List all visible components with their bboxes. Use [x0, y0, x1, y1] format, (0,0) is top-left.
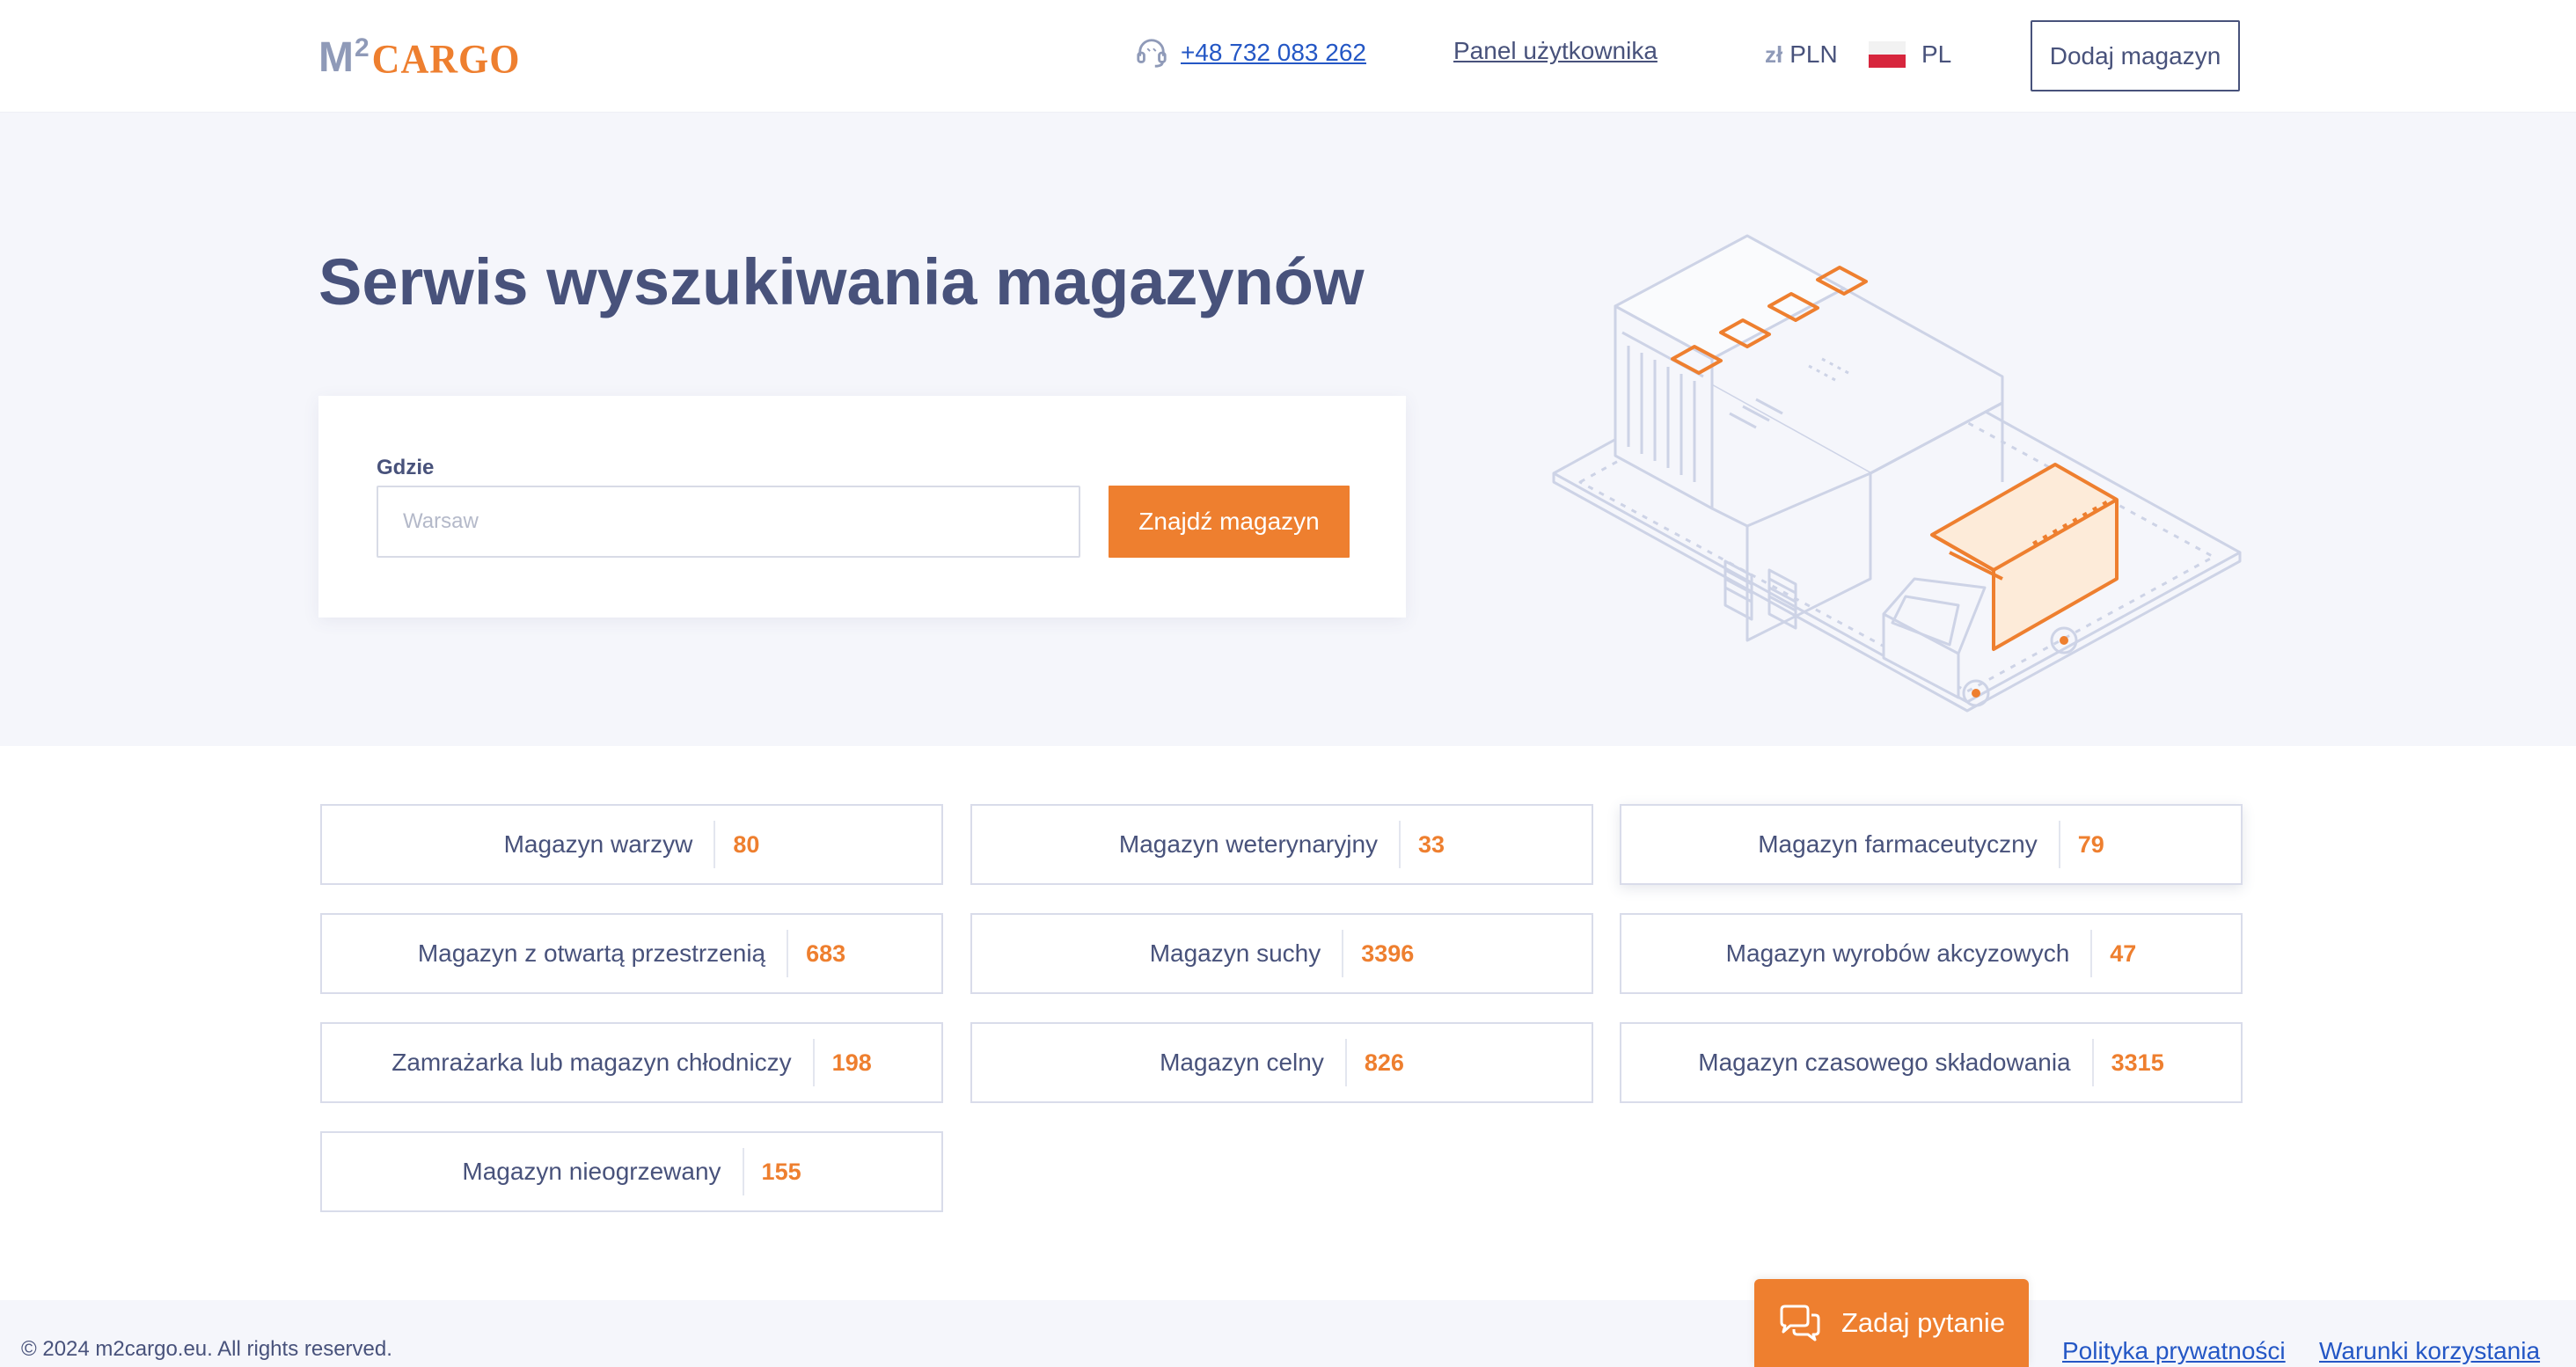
category-freezer-cold-storage[interactable]: Zamrażarka lub magazyn chłodniczy 198 — [320, 1022, 943, 1103]
search-label: Gdzie — [377, 456, 435, 479]
category-label: Magazyn nieogrzewany — [462, 1158, 721, 1185]
user-panel-link[interactable]: Panel użytkownika — [1453, 37, 1658, 65]
location-search-input[interactable] — [377, 486, 1080, 558]
poland-flag-icon — [1869, 41, 1906, 68]
category-pharmaceutical-warehouse[interactable]: Magazyn farmaceutyczny 79 — [1620, 804, 2243, 885]
logo[interactable]: M 2 CARGO — [318, 33, 520, 83]
privacy-policy-link[interactable]: Polityka prywatności — [2062, 1337, 2286, 1365]
category-vegetable-warehouse[interactable]: Magazyn warzyw 80 — [320, 804, 943, 885]
category-label: Magazyn celny — [1160, 1049, 1324, 1076]
category-count: 683 — [787, 930, 845, 977]
currency-code: PLN — [1789, 40, 1838, 68]
category-open-space-warehouse[interactable]: Magazyn z otwartą przestrzenią 683 — [320, 913, 943, 994]
category-label: Magazyn farmaceutyczny — [1758, 830, 2038, 858]
category-count: 3315 — [2091, 1039, 2164, 1086]
category-count: 33 — [1399, 821, 1445, 868]
page-title: Serwis wyszukiwania magazynów — [318, 245, 1365, 318]
language-selector[interactable]: PL — [1869, 40, 1951, 69]
category-label: Zamrażarka lub magazyn chłodniczy — [392, 1049, 792, 1076]
add-warehouse-button[interactable]: Dodaj magazyn — [2031, 20, 2240, 91]
language-code: PL — [1921, 40, 1952, 68]
ask-question-button[interactable]: Zadaj pytanie — [1754, 1279, 2029, 1367]
category-label: Magazyn czasowego składowania — [1698, 1049, 2071, 1076]
category-label: Magazyn z otwartą przestrzenią — [417, 939, 766, 967]
category-veterinary-warehouse[interactable]: Magazyn weterynaryjny 33 — [970, 804, 1593, 885]
currency-selector[interactable]: zł PLN — [1765, 40, 1838, 69]
search-card: Gdzie Znajdź magazyn — [318, 396, 1406, 618]
copyright-text: © 2024 m2cargo.eu. All rights reserved. — [21, 1337, 392, 1361]
hero-section: Serwis wyszukiwania magazynów Gdzie Znaj… — [0, 113, 2576, 746]
currency-symbol: zł — [1765, 40, 1783, 68]
category-label: Magazyn warzyw — [503, 830, 693, 858]
category-count: 3396 — [1342, 930, 1414, 977]
category-label: Magazyn wyrobów akcyzowych — [1725, 939, 2070, 967]
ask-question-label: Zadaj pytanie — [1841, 1307, 2006, 1338]
chat-bubbles-icon — [1780, 1305, 1820, 1341]
category-label: Magazyn suchy — [1149, 939, 1321, 967]
headset-icon — [1137, 39, 1167, 68]
category-count: 155 — [742, 1148, 801, 1195]
category-excise-goods-warehouse[interactable]: Magazyn wyrobów akcyzowych 47 — [1620, 913, 2243, 994]
phone-link[interactable]: +48 732 083 262 — [1181, 39, 1366, 67]
phone-contact: +48 732 083 262 — [1135, 35, 1366, 70]
category-count: 826 — [1344, 1039, 1404, 1086]
category-count: 80 — [714, 821, 759, 868]
category-label: Magazyn weterynaryjny — [1118, 830, 1379, 858]
category-dry-warehouse[interactable]: Magazyn suchy 3396 — [970, 913, 1593, 994]
logo-m: M — [318, 34, 355, 81]
category-count: 198 — [812, 1039, 872, 1086]
category-customs-warehouse[interactable]: Magazyn celny 826 — [970, 1022, 1593, 1103]
category-temporary-storage[interactable]: Magazyn czasowego składowania 3315 — [1620, 1022, 2243, 1103]
logo-cargo: CARGO — [371, 36, 521, 83]
site-header: M 2 CARGO +48 732 083 262 Panel użytkown… — [0, 0, 2576, 113]
category-unheated-warehouse[interactable]: Magazyn nieogrzewany 155 — [320, 1131, 943, 1212]
warehouse-truck-illustration — [1552, 234, 2242, 713]
logo-superscript: 2 — [354, 33, 370, 62]
find-warehouse-button[interactable]: Znajdź magazyn — [1109, 486, 1350, 558]
terms-of-use-link[interactable]: Warunki korzystania — [2319, 1337, 2540, 1365]
category-count: 79 — [2058, 821, 2104, 868]
category-count: 47 — [2090, 930, 2136, 977]
